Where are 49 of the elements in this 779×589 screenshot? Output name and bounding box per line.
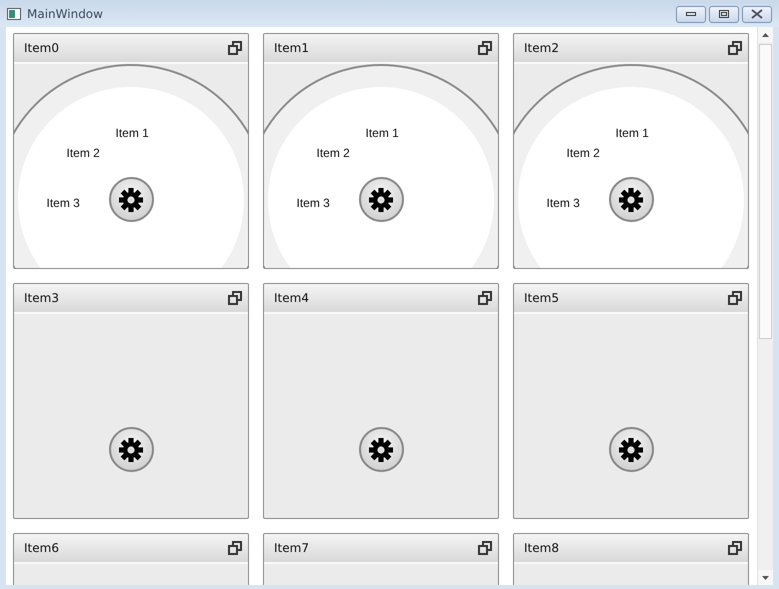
restore-button[interactable] bbox=[478, 541, 492, 555]
tile-title: Item0 bbox=[24, 41, 59, 55]
tile-title: Item7 bbox=[274, 541, 309, 555]
radial-menu-item[interactable]: Item 3 bbox=[46, 196, 80, 210]
window-title: MainWindow bbox=[27, 6, 104, 20]
restore-button[interactable] bbox=[728, 41, 742, 55]
tile-title: Item5 bbox=[524, 291, 559, 305]
restore-button[interactable] bbox=[228, 541, 242, 555]
radial-menu-item[interactable]: Item 2 bbox=[566, 146, 600, 160]
restore-button[interactable] bbox=[728, 541, 742, 555]
tile-title: Item6 bbox=[24, 541, 59, 555]
restore-button[interactable] bbox=[478, 291, 492, 305]
gear-icon bbox=[369, 438, 393, 462]
close-button[interactable] bbox=[742, 6, 772, 22]
restore-button[interactable] bbox=[478, 41, 492, 55]
gear-icon bbox=[619, 438, 643, 462]
settings-button[interactable] bbox=[608, 427, 654, 472]
vertical-scrollbar[interactable] bbox=[757, 27, 773, 585]
restore-button[interactable] bbox=[728, 291, 742, 305]
restore-button[interactable] bbox=[228, 291, 242, 305]
scroll-down-button[interactable] bbox=[758, 570, 773, 585]
gear-icon bbox=[619, 188, 643, 212]
radial-menu-item[interactable]: Item 2 bbox=[316, 146, 350, 160]
radial-menu-item[interactable]: Item 1 bbox=[616, 126, 649, 140]
gear-icon bbox=[119, 438, 143, 462]
gear-icon bbox=[119, 188, 143, 212]
tile-title: Item8 bbox=[524, 541, 559, 555]
minimize-button[interactable] bbox=[676, 6, 706, 22]
minimize-icon bbox=[686, 11, 696, 17]
close-icon bbox=[751, 9, 763, 19]
app-icon bbox=[7, 8, 21, 20]
settings-button[interactable] bbox=[108, 427, 154, 472]
radial-menu-item[interactable]: Item 1 bbox=[366, 126, 399, 140]
radial-menu-item[interactable]: Item 1 bbox=[116, 126, 149, 140]
tile-title: Item4 bbox=[274, 291, 309, 305]
gear-icon bbox=[369, 188, 393, 212]
radial-menu-item[interactable]: Item 3 bbox=[546, 196, 580, 210]
tile-title: Item3 bbox=[24, 291, 59, 305]
radial-menu-item[interactable]: Item 2 bbox=[66, 146, 100, 160]
down-arrow-icon bbox=[762, 576, 769, 580]
tile-title: Item2 bbox=[524, 41, 559, 55]
settings-button[interactable] bbox=[358, 427, 404, 472]
scroll-up-button[interactable] bbox=[758, 27, 773, 42]
restore-button[interactable] bbox=[228, 41, 242, 55]
up-arrow-icon bbox=[762, 32, 769, 36]
maximize-icon bbox=[719, 10, 729, 18]
maximize-button[interactable] bbox=[709, 6, 739, 22]
tile-title: Item1 bbox=[274, 41, 309, 55]
radial-menu-item[interactable]: Item 3 bbox=[296, 196, 330, 210]
